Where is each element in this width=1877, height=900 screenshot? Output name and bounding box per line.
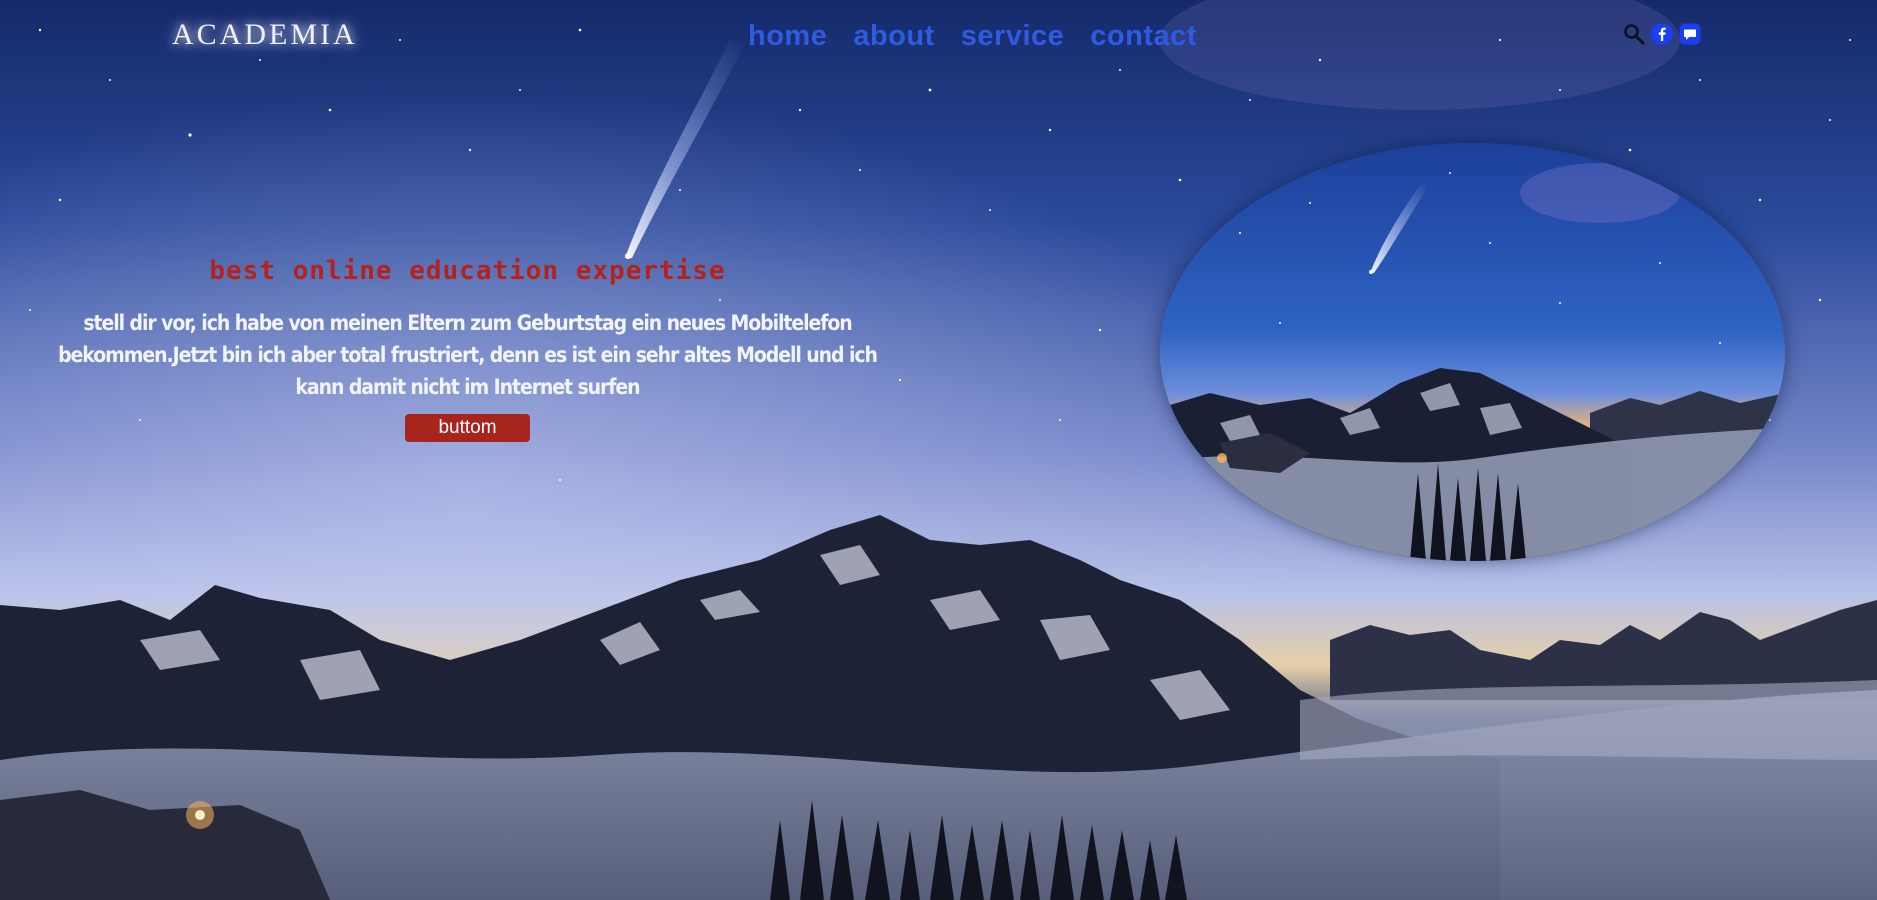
- cta-button[interactable]: buttom: [405, 414, 530, 442]
- chat-icon[interactable]: [1678, 22, 1702, 46]
- oval-preview-image: [1160, 143, 1785, 561]
- nav-link-service[interactable]: service: [961, 20, 1065, 53]
- nav-link-contact[interactable]: contact: [1090, 20, 1197, 53]
- site-logo[interactable]: ACADEMIA: [172, 18, 358, 52]
- hero-tagline: best online education expertise: [209, 256, 726, 286]
- nav-link-home[interactable]: home: [748, 20, 827, 53]
- search-icon[interactable]: [1622, 22, 1646, 46]
- nav-link-about[interactable]: about: [853, 20, 934, 53]
- main-nav: home about service contact: [748, 20, 1197, 53]
- facebook-icon[interactable]: [1650, 22, 1674, 46]
- header-icons: [1622, 22, 1702, 46]
- hero-description: stell dir vor, ich habe von meinen Elter…: [58, 311, 878, 399]
